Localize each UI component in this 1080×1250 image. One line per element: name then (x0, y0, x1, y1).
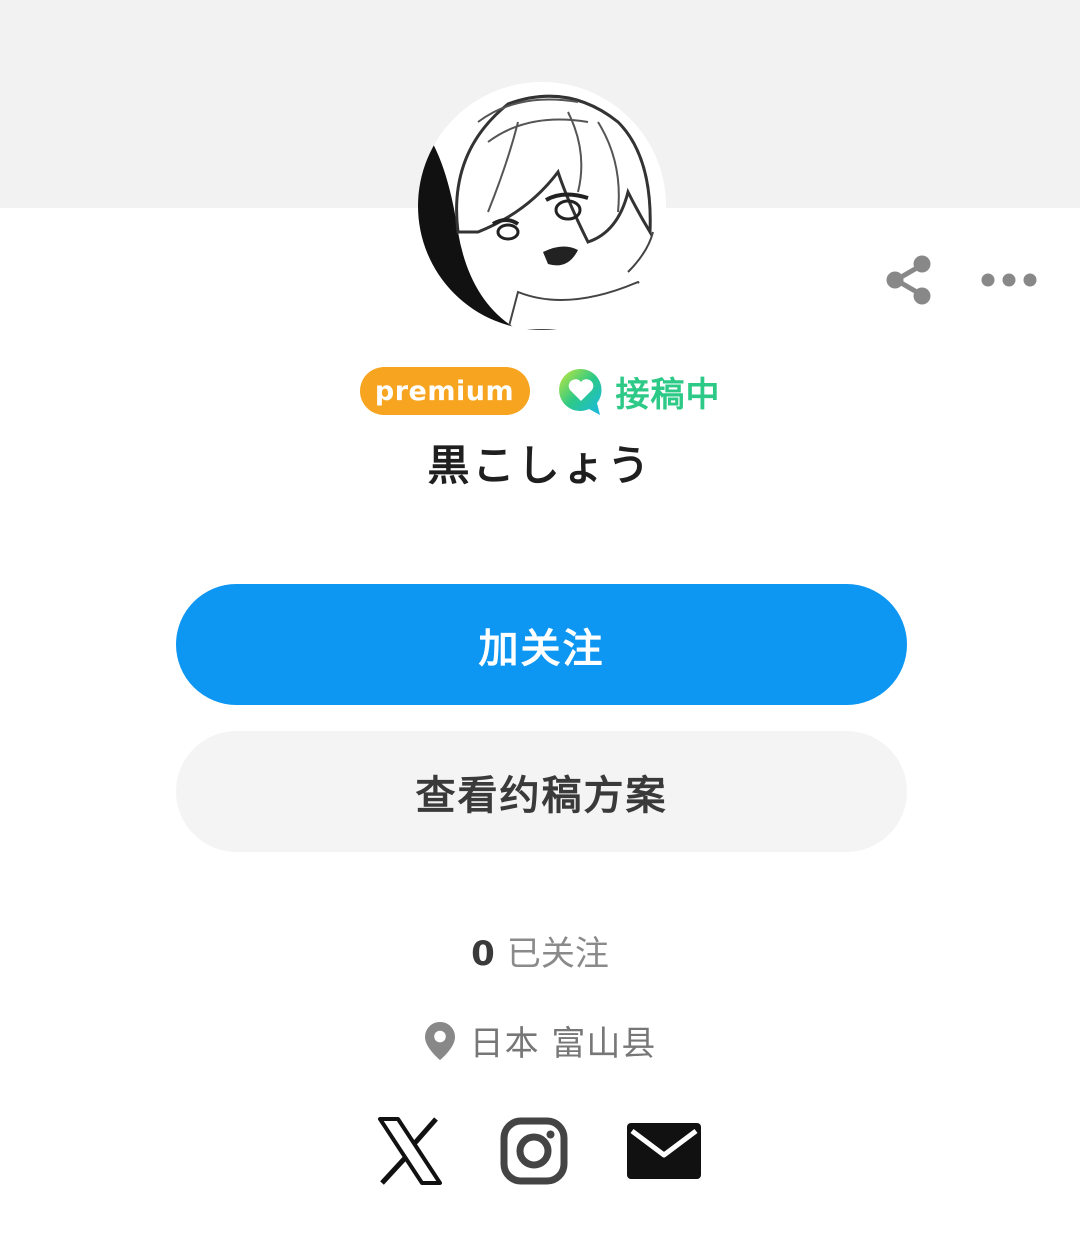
location-text: 日本 富山县 (469, 1024, 657, 1064)
commission-status[interactable]: 接稿中 (556, 366, 721, 416)
more-icon (981, 273, 1037, 287)
following-stat[interactable]: 0 已关注 (0, 926, 1080, 975)
share-icon (886, 255, 931, 305)
mail-link[interactable] (626, 1122, 702, 1180)
location: 日本 富山县 (0, 1016, 1080, 1065)
username: 黒こしょう (427, 441, 653, 490)
more-button[interactable] (976, 258, 1042, 302)
following-count: 0 (471, 934, 495, 974)
view-commission-plans-button[interactable]: 查看约稿方案 (176, 731, 907, 852)
commission-status-label: 接稿中 (615, 374, 721, 415)
follow-button[interactable]: 加关注 (176, 584, 907, 705)
badges-row: premium 接稿中 (0, 364, 1080, 418)
commission-heart-icon (558, 368, 602, 415)
share-button[interactable] (880, 250, 938, 310)
premium-badge: premium (359, 367, 530, 415)
location-pin-icon (424, 1021, 455, 1060)
x-icon (378, 1117, 442, 1185)
instagram-link[interactable] (500, 1117, 568, 1185)
x-link[interactable] (378, 1117, 442, 1185)
avatar[interactable] (418, 82, 666, 330)
following-label: 已关注 (506, 934, 609, 974)
instagram-icon (500, 1117, 568, 1185)
social-links (0, 1114, 1080, 1188)
avatar-illustration (418, 82, 666, 330)
mail-icon (627, 1123, 701, 1179)
